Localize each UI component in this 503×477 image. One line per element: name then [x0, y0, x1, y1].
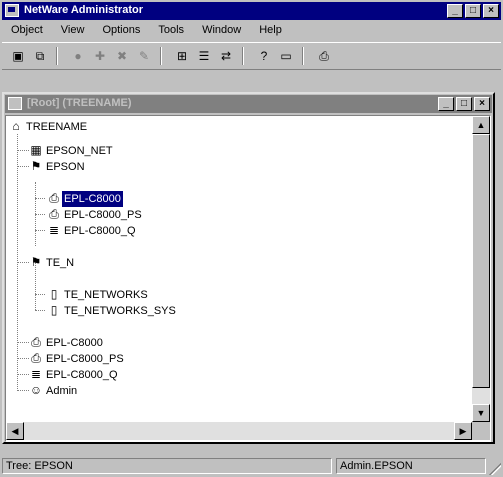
tree-item-print-queue[interactable]: ≣ EPL-C8000_Q — [46, 222, 138, 238]
volume-icon: ▯ — [50, 303, 58, 317]
delete-icon[interactable]: ✖ — [112, 47, 132, 65]
app-icon — [5, 4, 19, 17]
browser-controls: _ □ × — [436, 97, 490, 111]
close-button[interactable]: × — [483, 4, 499, 18]
move-icon[interactable]: ⇄ — [216, 47, 236, 65]
status-tree: Tree: EPSON — [2, 458, 332, 474]
window-title: NetWare Administrator — [24, 4, 143, 16]
tree-pane: ⌂ TREENAME ▦ EPSON_NET ⚑ EPSON ⎙ EPL-C8000 ⎙… — [5, 115, 491, 442]
tree-item-print-server-2[interactable]: ⎙ EPL-C8000_PS — [28, 350, 126, 366]
print-server-icon: ⎙ — [49, 207, 59, 221]
server-icon: ▯ — [50, 287, 58, 301]
browser-close-button[interactable]: × — [474, 97, 490, 111]
tree-icon — [8, 97, 22, 110]
scroll-right-button[interactable]: ▶ — [454, 422, 472, 440]
print-queue-icon: ≣ — [48, 223, 60, 237]
help-icon[interactable]: ? — [254, 47, 274, 65]
browser-title: [Root] (TREENAME) — [27, 97, 132, 109]
printer-icon[interactable]: ⎙ — [314, 47, 334, 65]
browser-window: [Root] (TREENAME) _ □ × ⌂ TREENAME ▦ EPS… — [2, 92, 495, 444]
tree-item-printer-2[interactable]: ⎙ EPL-C8000 — [28, 334, 105, 350]
tree-connector — [35, 294, 45, 295]
menu-tools[interactable]: Tools — [149, 22, 193, 36]
print-queue-icon: ≣ — [30, 367, 42, 381]
tree-root-icon: ⌂ — [12, 119, 20, 133]
title-bar[interactable]: NetWare Administrator _ □ × — [2, 2, 501, 20]
tree-item-printer-selected[interactable]: ⎙ EPL-C8000 — [46, 190, 123, 207]
tree-item-org-unit[interactable]: ⚑ EPSON — [28, 158, 87, 174]
resize-grip[interactable] — [489, 463, 501, 475]
horizontal-scrollbar[interactable]: ◀ ▶ — [6, 422, 472, 440]
tree-item-volume[interactable]: ▯ TE_NETWORKS_SYS — [46, 302, 178, 318]
toolbar-separator — [302, 47, 304, 65]
scroll-corner — [472, 422, 490, 440]
printer-icon: ⎙ — [31, 335, 41, 349]
details-icon[interactable]: ☰ — [194, 47, 214, 65]
window-icon[interactable]: ▭ — [276, 47, 296, 65]
tree-item-server[interactable]: ▯ TE_NETWORKS — [46, 286, 150, 302]
tree-item-organization[interactable]: ▦ EPSON_NET — [28, 142, 115, 158]
menu-window[interactable]: Window — [193, 22, 250, 36]
tree-item-org-unit-2[interactable]: ⚑ TE_N — [28, 254, 76, 270]
vertical-scrollbar[interactable]: ▲ ▼ — [472, 116, 490, 422]
user-icon: ☺ — [29, 383, 43, 397]
browser-minimize-button[interactable]: _ — [438, 97, 454, 111]
menu-bar: Object View Options Tools Window Help — [2, 22, 501, 40]
scroll-up-button[interactable]: ▲ — [472, 116, 490, 134]
object-tree: ⌂ TREENAME ▦ EPSON_NET ⚑ EPSON ⎙ EPL-C8000 ⎙… — [6, 116, 472, 422]
tree-root[interactable]: ⌂ TREENAME — [8, 118, 89, 134]
organization-icon: ▦ — [30, 143, 42, 157]
rename-icon[interactable]: ✎ — [134, 47, 154, 65]
toolbar-separator — [242, 47, 244, 65]
tree-item-print-queue-2[interactable]: ≣ EPL-C8000_Q — [28, 366, 120, 382]
add-icon[interactable]: ✚ — [90, 47, 110, 65]
menu-view[interactable]: View — [52, 22, 94, 36]
menu-help[interactable]: Help — [250, 22, 291, 36]
browser-maximize-button[interactable]: □ — [456, 97, 472, 111]
minimize-button[interactable]: _ — [447, 4, 463, 18]
find-icon[interactable]: ● — [68, 47, 88, 65]
vertical-scroll-thumb[interactable] — [472, 134, 490, 388]
object-icon[interactable]: ▣ — [8, 47, 28, 65]
app-window: NetWare Administrator _ □ × Object View … — [0, 0, 503, 477]
status-user: Admin.EPSON — [336, 458, 486, 474]
status-bar: Tree: EPSON Admin.EPSON — [2, 456, 501, 475]
maximize-button[interactable]: □ — [465, 4, 481, 18]
toolbar: ▣ ⧉ ● ✚ ✖ ✎ ⊞ ☰ ⇄ ? ▭ ⎙ — [2, 42, 501, 70]
toolbar-separator — [56, 47, 58, 65]
menu-object[interactable]: Object — [2, 22, 52, 36]
org-unit-icon: ⚑ — [30, 255, 42, 269]
print-server-icon: ⎙ — [31, 351, 41, 365]
toolbar-separator — [160, 47, 162, 65]
tree-connector — [35, 214, 45, 215]
copy-icon[interactable]: ⧉ — [30, 47, 50, 65]
tree-connector — [35, 310, 45, 311]
scroll-left-button[interactable]: ◀ — [6, 422, 24, 440]
browser-title-bar[interactable]: [Root] (TREENAME) _ □ × — [5, 95, 492, 113]
scroll-down-button[interactable]: ▼ — [472, 404, 490, 422]
tree-item-user[interactable]: ☺ Admin — [28, 382, 79, 398]
tree-connector — [35, 198, 45, 199]
search-icon[interactable]: ⊞ — [172, 47, 192, 65]
tree-item-print-server[interactable]: ⎙ EPL-C8000_PS — [46, 206, 144, 222]
tree-connector — [35, 230, 45, 231]
window-controls: _ □ × — [445, 4, 499, 18]
printer-icon: ⎙ — [49, 191, 59, 205]
org-unit-icon: ⚑ — [30, 159, 42, 173]
menu-options[interactable]: Options — [93, 22, 149, 36]
